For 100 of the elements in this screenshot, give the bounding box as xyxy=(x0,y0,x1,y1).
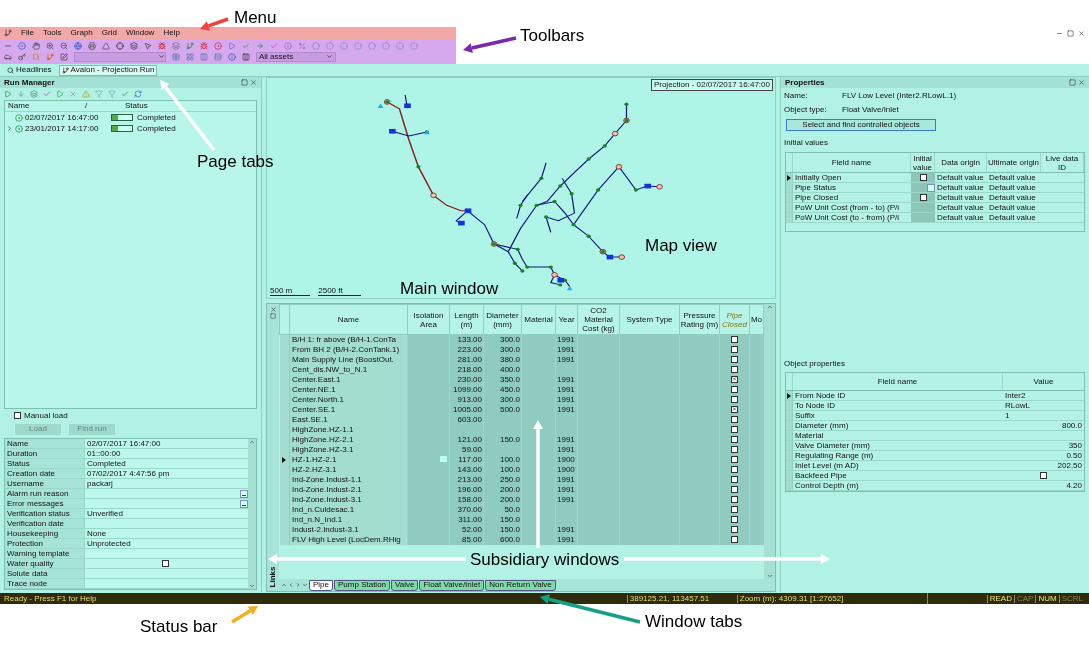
menu-item[interactable]: Tools xyxy=(42,27,62,39)
checkbox[interactable] xyxy=(731,405,738,413)
table-row[interactable]: Ind-Zone.Indust-2.1 196.00 200.0 1991 xyxy=(279,485,764,495)
table-row[interactable]: Center.SE.1 1005.00 500.0 1991 xyxy=(279,405,764,415)
close-icon[interactable] xyxy=(1078,79,1085,86)
search-icon[interactable] xyxy=(32,52,40,61)
scrollbar[interactable] xyxy=(248,439,256,589)
column-header[interactable]: Name xyxy=(289,304,408,335)
maximize-icon[interactable] xyxy=(241,79,248,86)
table-row[interactable]: Ind_n.N_Ind.1 311.00 150.0 xyxy=(279,515,764,525)
check-icon[interactable] xyxy=(270,41,278,50)
scrollbar[interactable] xyxy=(764,304,775,579)
checkbox[interactable] xyxy=(162,560,169,567)
maximize-icon[interactable] xyxy=(270,313,276,319)
checkbox[interactable] xyxy=(731,465,738,473)
table-cell[interactable] xyxy=(911,213,935,222)
close-icon[interactable] xyxy=(269,306,277,313)
checkbox[interactable] xyxy=(731,505,738,513)
table-row[interactable]: Ind_n.Culdesac.1 370.00 50.0 xyxy=(279,505,764,515)
table-row[interactable]: HighZone.HZ-2.1 121.00 150.0 1991 xyxy=(279,435,764,445)
down-arrow-icon[interactable] xyxy=(17,90,25,98)
circle-icon[interactable] xyxy=(354,41,362,50)
table-cell[interactable] xyxy=(911,193,935,202)
circle-icon[interactable] xyxy=(368,41,376,50)
expand-toggle[interactable] xyxy=(6,125,13,132)
checkbox[interactable] xyxy=(1040,472,1047,479)
row-header[interactable] xyxy=(786,391,793,400)
column-header[interactable]: System Type xyxy=(619,304,680,335)
play-icon[interactable] xyxy=(228,41,236,50)
circle-icon[interactable] xyxy=(340,41,348,50)
column-header[interactable]: Field name xyxy=(793,153,911,172)
table-row[interactable]: Center.East.1 230.00 350.0 1991 xyxy=(279,375,764,385)
rows-icon[interactable] xyxy=(214,52,222,61)
checkbox[interactable] xyxy=(731,485,738,493)
column-header[interactable]: Field name xyxy=(793,373,1003,390)
close-icon[interactable] xyxy=(69,90,77,98)
checkbox[interactable] xyxy=(731,415,738,423)
checkbox[interactable] xyxy=(731,515,738,523)
checkbox[interactable] xyxy=(731,395,738,403)
bug-icon[interactable] xyxy=(158,41,166,50)
table-row[interactable]: Cent_dis.NW_to_N.1 218.00 400.0 xyxy=(279,365,764,375)
table-row[interactable]: Indust-2.Indust-3.1 52.00 150.0 1991 xyxy=(279,525,764,535)
table-row[interactable]: HZ-1.HZ-2.1 117.00 100.0 1900 xyxy=(279,455,764,465)
refresh-icon[interactable] xyxy=(134,90,142,98)
column-header[interactable]: Pressure Rating (m) xyxy=(679,304,720,335)
checkbox[interactable] xyxy=(731,335,738,343)
checkbox[interactable] xyxy=(731,445,738,453)
restore-icon[interactable] xyxy=(1067,29,1074,37)
key-icon[interactable] xyxy=(18,52,26,61)
close-icon[interactable] xyxy=(250,79,257,86)
menu-item[interactable]: Graph xyxy=(70,27,93,39)
table-cell[interactable] xyxy=(911,173,935,182)
circle-icon[interactable] xyxy=(312,41,320,50)
table-row[interactable]: Ind-Zone.Indust-3.1 158.00 200.0 1991 xyxy=(279,495,764,505)
column-header[interactable]: Ultimate origin xyxy=(987,153,1041,172)
menu-item[interactable]: Help xyxy=(163,27,180,39)
table-row[interactable]: Main Supply Line (BoostOut. 281.00 380.0 1991 xyxy=(279,355,764,365)
column-header[interactable]: / xyxy=(85,100,125,112)
layers-icon[interactable] xyxy=(130,41,138,50)
checkbox[interactable] xyxy=(731,365,738,373)
checkbox[interactable] xyxy=(731,355,738,363)
branch-icon[interactable] xyxy=(186,41,194,50)
menu-item[interactable]: Window xyxy=(125,27,155,39)
filter-icon[interactable] xyxy=(108,90,116,98)
table-row[interactable]: East.SE.1 603.00 xyxy=(279,415,764,425)
column-header[interactable]: CO2 Material Cost (kg) xyxy=(577,304,620,335)
window-tab[interactable]: Pump Station xyxy=(334,579,391,591)
menu-item[interactable]: Grid xyxy=(101,27,117,39)
stack-icon[interactable] xyxy=(172,41,180,50)
window-tab[interactable]: Valve xyxy=(391,579,419,591)
ellipsis-button[interactable] xyxy=(240,489,248,498)
crosshair-icon[interactable] xyxy=(116,41,124,50)
column-header[interactable]: Status xyxy=(125,100,175,112)
checkbox[interactable] xyxy=(731,455,738,463)
checkbox[interactable] xyxy=(919,174,927,181)
table-row[interactable]: HighZone.HZ-3.1 59.00 1991 xyxy=(279,445,764,455)
branch-icon[interactable] xyxy=(46,52,54,61)
maximize-icon[interactable] xyxy=(1069,79,1076,86)
checkbox[interactable] xyxy=(731,385,738,393)
checkbox[interactable] xyxy=(14,412,21,419)
page-tab[interactable]: Headlines xyxy=(4,64,55,76)
select-objects-button[interactable]: Select and find controlled objects xyxy=(786,119,936,131)
menu-item[interactable]: File xyxy=(21,27,34,39)
zoom-out-icon[interactable] xyxy=(60,41,68,50)
checkbox[interactable] xyxy=(919,194,927,201)
filter-icon[interactable] xyxy=(95,90,103,98)
checkbox[interactable] xyxy=(731,475,738,483)
printer-icon[interactable] xyxy=(88,41,96,50)
run-date[interactable]: 02/07/2017 16:47:00 xyxy=(25,111,109,124)
layers-icon[interactable] xyxy=(30,90,38,98)
table-row[interactable]: FLV High Level (LocDem.RHig 85.00 600.0 1991 xyxy=(279,535,764,545)
column-header[interactable]: Name xyxy=(5,100,85,112)
table-row[interactable]: Center.North.1 913.00 300.0 1991 xyxy=(279,395,764,405)
window-tab[interactable]: Float Valve/Inlet xyxy=(419,579,485,591)
triangle-icon[interactable] xyxy=(102,41,110,50)
check-icon[interactable] xyxy=(121,90,129,98)
table-icon[interactable] xyxy=(172,52,180,61)
arrow-icon[interactable] xyxy=(256,41,264,50)
table-row[interactable]: HZ-2.HZ-3.1 143.00 100.0 1900 xyxy=(279,465,764,475)
window-tab[interactable]: Non Return Valve xyxy=(485,579,556,591)
